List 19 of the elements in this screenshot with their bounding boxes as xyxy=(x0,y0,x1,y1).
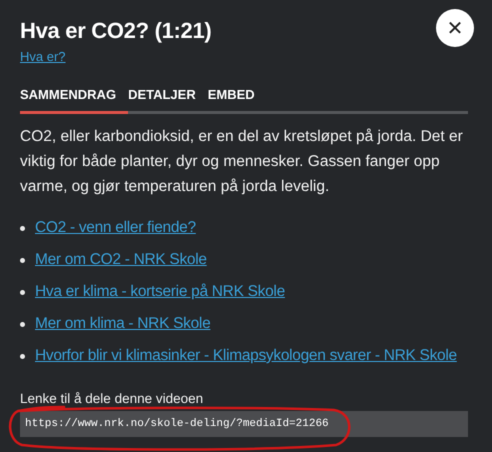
summary-text: CO2, eller karbondioksid, er en del av kretsløpet på jorda. Det er viktig for både planter, dyr og mennesker. Gassen fanger opp varme, og gjør temperaturen på jorda levelig. xyxy=(20,127,464,197)
subtitle-link[interactable]: Hva er? xyxy=(20,49,66,64)
dialog-title: Hva er CO2? (1:21) xyxy=(20,18,212,44)
share-url-field[interactable]: https://www.nrk.no/skole-deling/?mediaId=21266 xyxy=(20,411,468,437)
tab[interactable]: SAMMENDRAG xyxy=(20,87,128,114)
related-link[interactable]: CO2 - venn eller fiende? xyxy=(35,219,196,237)
share-label: Lenke til å dele denne videoen xyxy=(20,391,204,406)
bullet-icon xyxy=(20,354,25,358)
close-button[interactable]: ✕ xyxy=(436,9,474,47)
related-link[interactable]: Mer om CO2 - NRK Skole xyxy=(35,251,207,269)
bullet-icon xyxy=(20,322,25,326)
bullet-icon xyxy=(20,258,25,262)
tab[interactable]: DETALJER xyxy=(128,87,196,114)
related-link[interactable]: Hvorfor blir vi klimasinker - Klimapsykologen svarer - NRK Skole xyxy=(35,347,457,365)
bullet-icon xyxy=(20,290,25,294)
tab[interactable]: EMBED xyxy=(208,87,255,114)
related-link[interactable]: Hva er klima - kortserie på NRK Skole xyxy=(35,283,285,301)
related-link[interactable]: Mer om klima - NRK Skole xyxy=(35,315,210,333)
bullet-icon xyxy=(20,226,25,230)
